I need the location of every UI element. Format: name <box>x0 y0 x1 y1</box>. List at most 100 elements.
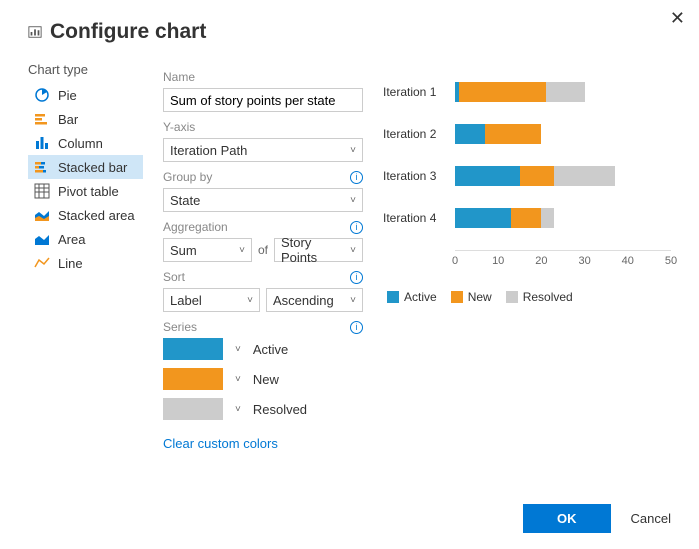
stacked-area-icon <box>34 207 50 223</box>
axis-tick: 40 <box>622 255 634 267</box>
legend-item: New <box>451 290 492 304</box>
chart-type-line[interactable]: Line <box>28 251 143 275</box>
legend-label: Active <box>404 290 437 304</box>
info-icon[interactable]: i <box>350 271 363 284</box>
chart-type-column[interactable]: Column <box>28 131 143 155</box>
bar-row: Iteration 4 <box>383 208 671 228</box>
chevron-down-icon: ˅ <box>350 295 356 306</box>
chart-type-bar[interactable]: Bar <box>28 107 143 131</box>
ok-button[interactable]: OK <box>523 504 611 533</box>
chart-type-label: Pivot table <box>58 184 119 199</box>
series-name: New <box>253 372 279 387</box>
cancel-button[interactable]: Cancel <box>631 511 671 526</box>
chart-type-stacked-bar[interactable]: Stacked bar <box>28 155 143 179</box>
bar-segment <box>554 166 614 186</box>
chart-type-label: Stacked area <box>58 208 135 223</box>
series-row: ˅ Resolved <box>163 398 363 420</box>
line-icon <box>34 255 50 271</box>
bar-category-label: Iteration 3 <box>383 169 455 183</box>
aggregation-field-select[interactable]: Story Points˅ <box>274 238 363 262</box>
bar-category-label: Iteration 4 <box>383 211 455 225</box>
legend-label: New <box>468 290 492 304</box>
chart-type-label: Pie <box>58 88 77 103</box>
sort-dir-select[interactable]: Ascending˅ <box>266 288 363 312</box>
chevron-down-icon: ˅ <box>350 145 356 156</box>
legend-swatch <box>506 291 518 303</box>
series-row: ˅ New <box>163 368 363 390</box>
bar-row: Iteration 3 <box>383 166 671 186</box>
pivot-table-icon <box>34 183 50 199</box>
sort-by-select[interactable]: Label˅ <box>163 288 260 312</box>
bar-row: Iteration 2 <box>383 124 671 144</box>
stacked-bar-icon <box>34 159 50 175</box>
dialog-title: Configure chart <box>50 20 206 44</box>
bar-segment <box>455 124 485 144</box>
info-icon[interactable]: i <box>350 221 363 234</box>
legend-swatch <box>451 291 463 303</box>
bar-segment <box>520 166 555 186</box>
chart-config-icon <box>28 25 42 39</box>
clear-colors-link[interactable]: Clear custom colors <box>163 436 278 451</box>
bar-segment <box>455 166 520 186</box>
groupby-select[interactable]: State˅ <box>163 188 363 212</box>
chevron-down-icon: ˅ <box>350 245 356 256</box>
chart-type-label: Stacked bar <box>58 160 127 175</box>
groupby-label: Group by <box>163 170 212 184</box>
axis-tick: 0 <box>452 255 458 267</box>
sort-label: Sort <box>163 270 185 284</box>
area-icon <box>34 231 50 247</box>
bar-segment <box>546 82 585 102</box>
bar-row: Iteration 1 <box>383 82 671 102</box>
aggregation-label: Aggregation <box>163 220 228 234</box>
color-swatch[interactable] <box>163 338 223 360</box>
name-label: Name <box>163 70 363 84</box>
legend-swatch <box>387 291 399 303</box>
bar-segment <box>541 208 554 228</box>
series-name: Active <box>253 342 288 357</box>
series-name: Resolved <box>253 402 307 417</box>
color-swatch[interactable] <box>163 368 223 390</box>
bar-segment <box>459 82 545 102</box>
name-input[interactable] <box>163 88 363 112</box>
info-icon[interactable]: i <box>350 321 363 334</box>
chevron-down-icon: ˅ <box>247 295 253 306</box>
axis-tick: 50 <box>665 255 677 267</box>
bar-segment <box>455 208 511 228</box>
yaxis-select[interactable]: Iteration Path˅ <box>163 138 363 162</box>
bar-segment <box>511 208 541 228</box>
axis-tick: 20 <box>535 255 547 267</box>
axis-tick: 10 <box>492 255 504 267</box>
pie-icon <box>34 87 50 103</box>
bar-icon <box>34 111 50 127</box>
bar-category-label: Iteration 2 <box>383 127 455 141</box>
chart-type-label: Line <box>58 256 83 271</box>
chevron-down-icon[interactable]: ˅ <box>235 344 241 355</box>
chevron-down-icon[interactable]: ˅ <box>235 404 241 415</box>
chevron-down-icon: ˅ <box>350 195 356 206</box>
legend-item: Resolved <box>506 290 573 304</box>
chart-type-area[interactable]: Area <box>28 227 143 251</box>
color-swatch[interactable] <box>163 398 223 420</box>
chart-type-pivot-table[interactable]: Pivot table <box>28 179 143 203</box>
chart-type-label: Column <box>58 136 103 151</box>
chart-type-pie[interactable]: Pie <box>28 83 143 107</box>
of-label: of <box>258 243 268 257</box>
chevron-down-icon: ˅ <box>239 245 245 256</box>
yaxis-label: Y-axis <box>163 120 195 134</box>
column-icon <box>34 135 50 151</box>
chevron-down-icon[interactable]: ˅ <box>235 374 241 385</box>
series-row: ˅ Active <box>163 338 363 360</box>
chart-type-label: Area <box>58 232 85 247</box>
chart-type-label: Chart type <box>28 62 143 77</box>
legend-item: Active <box>387 290 437 304</box>
bar-category-label: Iteration 1 <box>383 85 455 99</box>
chart-type-label: Bar <box>58 112 78 127</box>
bar-segment <box>485 124 541 144</box>
close-button[interactable]: ✕ <box>670 8 685 29</box>
info-icon[interactable]: i <box>350 171 363 184</box>
series-label: Series <box>163 320 197 334</box>
legend-label: Resolved <box>523 290 573 304</box>
chart-type-stacked-area[interactable]: Stacked area <box>28 203 143 227</box>
aggregation-fn-select[interactable]: Sum˅ <box>163 238 252 262</box>
axis-tick: 30 <box>578 255 590 267</box>
